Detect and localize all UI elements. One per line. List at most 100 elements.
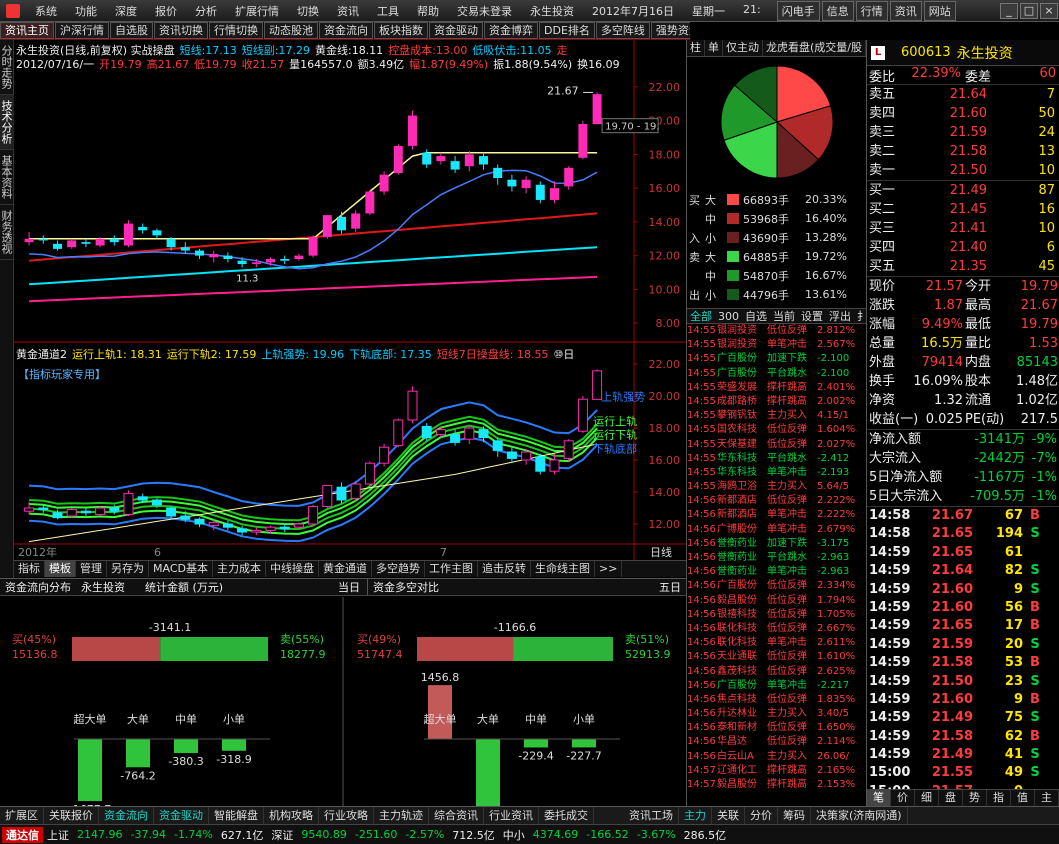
menu-item-5[interactable]: 扩展行情 [226,3,288,19]
top-button-4[interactable]: 网站 [923,0,956,21]
indicator-tab-0[interactable]: 指标 [14,561,45,577]
top-button-2[interactable]: 行情 [855,0,888,21]
menu-item-2[interactable]: 深度 [106,3,146,19]
bottom-tab-13[interactable]: 关联 [712,807,745,824]
top-button-0[interactable]: 闪电手 [776,0,820,21]
radar-row[interactable]: 14:55 银润投资 单笔冲击 2.567% [687,338,866,352]
menu-item-13[interactable]: 星期一 [683,3,734,19]
radar-row[interactable]: 14:55 银润投资 低位反弹 2.812% [687,324,866,338]
radar-row[interactable]: 14:56 银禧科技 低位反弹 1.705% [687,608,866,622]
radar-tab-0[interactable]: 全部 [687,309,715,323]
bottom-tab-1[interactable]: 关联报价 [44,807,99,824]
toolbar-button-10[interactable]: DDE排名 [539,22,595,39]
bottom-tab-9[interactable]: 行业资讯 [484,807,539,824]
radar-row[interactable]: 14:57 辽通化工 撑杆跳高 2.165% [687,764,866,778]
quote-tab-1[interactable]: 价 [891,790,915,806]
radar-row[interactable]: 14:56 鑫茂科技 低位反弹 2.625% [687,665,866,679]
radar-row[interactable]: 14:55 荣盛发展 撑杆跳高 2.401% [687,381,866,395]
period-label[interactable]: 日线 [650,545,672,559]
bottom-tab-7[interactable]: 主力轨迹 [374,807,429,824]
menu-item-11[interactable]: 永生投资 [521,3,583,19]
side-tab-3[interactable]: 财务透视 [0,205,14,260]
bottom-tab-12[interactable]: 主力 [679,807,712,824]
quote-tab-5[interactable]: 指 [987,790,1011,806]
radar-tab-1[interactable]: 300 [715,309,742,323]
toolbar-button-0[interactable]: 资讯主页 [0,22,54,39]
quote-tab-3[interactable]: 盘 [939,790,963,806]
radar-row[interactable]: 14:56 誉衡药业 加速下跌 -3.175 [687,537,866,551]
bottom-tab-3[interactable]: 资金驱动 [154,807,209,824]
indicator-tab-1[interactable]: 模板 [45,561,76,577]
side-tab-0[interactable]: 分时走势 [0,40,14,95]
indicator-tab-10[interactable]: 追击反转 [478,561,531,577]
bottom-tab-16[interactable]: 决策家(济南网通) [811,807,908,824]
radar-row[interactable]: 14:55 华东科技 平台跳水 -2.412 [687,452,866,466]
toolbar-button-2[interactable]: 自选股 [110,22,153,39]
radar-row[interactable]: 14:56 新都酒店 低位反弹 2.222% [687,494,866,508]
indicator-tab-4[interactable]: MACD基本 [149,561,213,577]
indicator-tab-5[interactable]: 主力成本 [213,561,266,577]
radar-row[interactable]: 14:56 广百股份 低位反弹 2.334% [687,579,866,593]
quote-tab-6[interactable]: 值 [1011,790,1035,806]
kline-chart[interactable]: 永生投资(日线,前复权) 实战操盘 短线:17.13 短线副:17.29 黄金线:18… [14,40,686,560]
toolbar-button-4[interactable]: 行情切换 [209,22,263,39]
pie-tab-1[interactable]: 单 [705,40,723,56]
radar-row[interactable]: 14:56 誉衡药业 平台跳水 -2.963 [687,551,866,565]
menu-item-10[interactable]: 交易未登录 [448,3,521,19]
close-icon[interactable]: × [1040,2,1058,19]
indicator-tab-8[interactable]: 多空趋势 [372,561,425,577]
menu-item-7[interactable]: 资讯 [328,3,368,19]
indicator-tab-11[interactable]: 生命线主图 [531,561,595,577]
money-compare-title[interactable]: 资金多空对比 [367,579,444,595]
radar-row[interactable]: 14:56 焦点科技 低位反弹 1.835% [687,693,866,707]
radar-row[interactable]: 14:56 泰和新材 低位反弹 1.650% [687,721,866,735]
menu-item-4[interactable]: 分析 [186,3,226,19]
indicator-tab-9[interactable]: 工作主图 [425,561,478,577]
quote-tab-4[interactable]: 势 [963,790,987,806]
indicator-tab-7[interactable]: 黄金通道 [319,561,372,577]
pie-tab-3[interactable]: 龙虎看盘(成交量/股 [763,40,866,56]
radar-row[interactable]: 14:56 天业通联 低位反弹 1.610% [687,650,866,664]
toolbar-button-3[interactable]: 资讯切换 [154,22,208,39]
top-button-3[interactable]: 资讯 [889,0,922,21]
money-flow-day[interactable]: 当日 [333,579,365,595]
radar-row[interactable]: 14:56 广博股份 单笔冲击 2.679% [687,523,866,537]
quote-tab-0[interactable]: 笔 [867,790,891,806]
pie-tab-0[interactable]: 柱 [687,40,705,56]
radar-row[interactable]: 14:56 白云山A 主力买入 26.06/ [687,750,866,764]
radar-tab-5[interactable]: 浮出 [826,309,854,323]
bottom-tab-5[interactable]: 机构攻略 [264,807,319,824]
side-tab-2[interactable]: 基本资料 [0,150,14,205]
radar-row[interactable]: 14:56 广百股份 单笔冲击 -2.217 [687,679,866,693]
menu-item-12[interactable]: 2012年7月16日 [583,3,683,19]
radar-row[interactable]: 14:56 升达林业 主力买入 3.40/5 [687,707,866,721]
pie-tab-2[interactable]: 仅主动 [723,40,763,56]
radar-row[interactable]: 14:55 广百股份 平台跳水 -2.100 [687,367,866,381]
money-flow-title[interactable]: 资金流向分布 [0,579,76,595]
menu-item-6[interactable]: 切换 [288,3,328,19]
radar-row[interactable]: 14:56 联化科技 单笔冲击 2.611% [687,636,866,650]
toolbar-button-6[interactable]: 资金流向 [319,22,373,39]
menu-item-8[interactable]: 工具 [368,3,408,19]
radar-tab-4[interactable]: 设置 [798,309,826,323]
maximize-icon[interactable]: □ [1020,2,1038,19]
radar-row[interactable]: 14:56 新都酒店 单笔冲击 2.222% [687,508,866,522]
radar-row[interactable]: 14:55 成都路桥 撑杆跳高 2.002% [687,395,866,409]
bottom-tab-0[interactable]: 扩展区 [0,807,44,824]
menu-item-9[interactable]: 帮助 [408,3,448,19]
toolbar-button-8[interactable]: 资金驱动 [429,22,483,39]
radar-row[interactable]: 14:55 天保基建 低位反弹 2.027% [687,438,866,452]
quote-tab-7[interactable]: 主 [1035,790,1059,806]
bottom-tab-10[interactable]: 委托成交 [539,807,594,824]
radar-row[interactable]: 14:56 誉衡药业 单笔冲击 -2.963 [687,565,866,579]
money-compare-days[interactable]: 五日 [654,579,686,595]
radar-row[interactable]: 14:57 毅昌股份 撑杆跳高 2.153% [687,778,866,792]
radar-tab-2[interactable]: 自选 [742,309,770,323]
indicator-tab-12[interactable]: >> [595,561,623,577]
bottom-tab-6[interactable]: 行业攻略 [319,807,374,824]
menu-item-14[interactable]: 21: [734,3,770,19]
menu-item-1[interactable]: 功能 [66,3,106,19]
radar-tab-3[interactable]: 当前 [770,309,798,323]
bottom-tab-4[interactable]: 智能解盘 [209,807,264,824]
minimize-icon[interactable]: _ [1000,2,1018,19]
